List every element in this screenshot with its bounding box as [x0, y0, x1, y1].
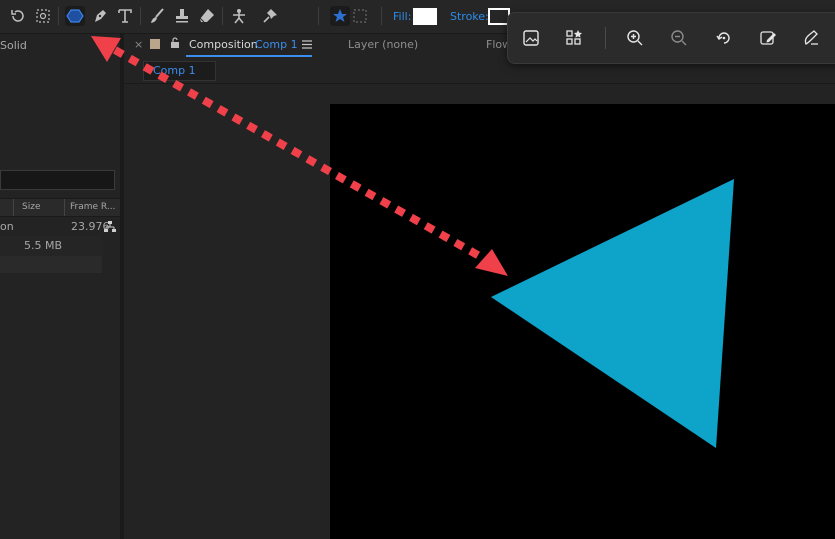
draw-icon[interactable]	[799, 26, 823, 50]
image-viewer-toolbar	[507, 12, 835, 64]
apps-icon[interactable]	[562, 26, 586, 50]
viewer-toolbar-divider	[605, 27, 606, 49]
rotate-icon[interactable]	[712, 26, 736, 50]
zoom-in-icon[interactable]	[623, 26, 647, 50]
annotation-arrow-line	[113, 46, 492, 266]
annotation-arrowhead-end	[475, 249, 508, 276]
triangle-shape-layer[interactable]	[491, 179, 734, 448]
image-icon[interactable]	[519, 26, 543, 50]
canvas-overlay	[91, 36, 734, 448]
zoom-out-icon[interactable]	[667, 26, 691, 50]
edit-image-icon[interactable]	[756, 26, 780, 50]
